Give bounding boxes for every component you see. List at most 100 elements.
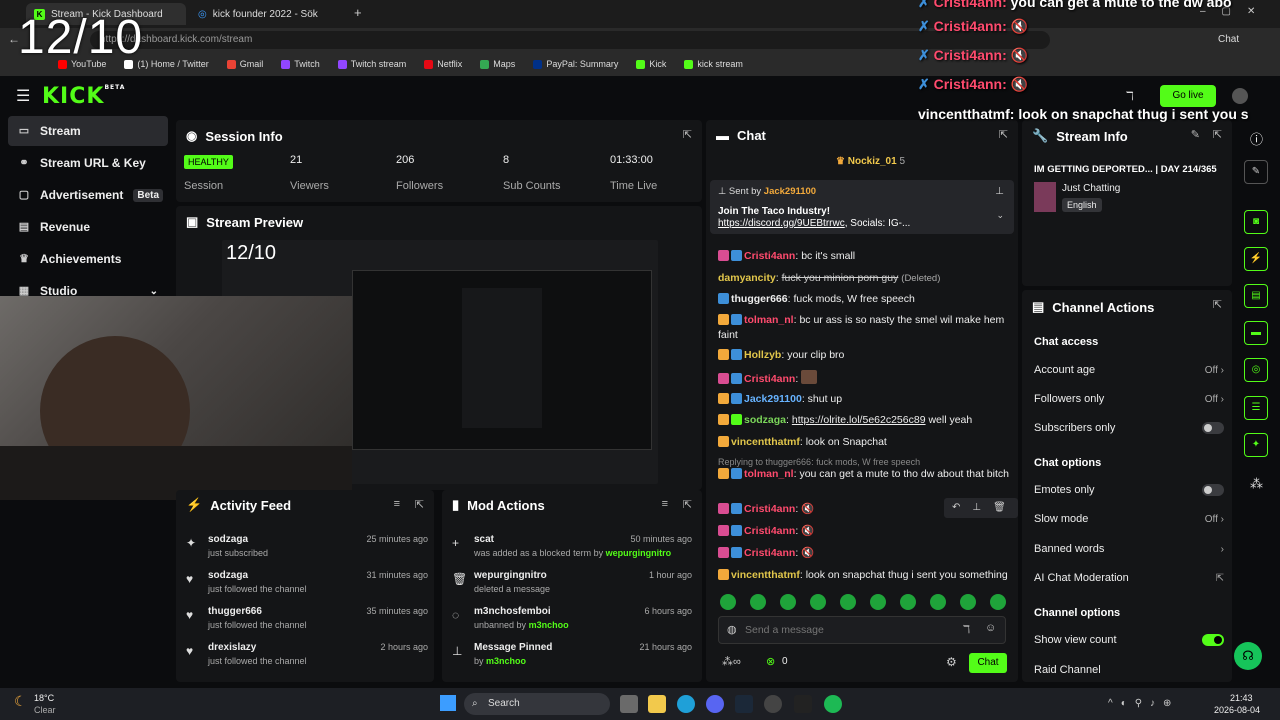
bookmark-maps[interactable]: Maps (480, 59, 515, 69)
support-icon[interactable]: ☊ (1234, 642, 1262, 670)
heart-icon: ♥ (186, 608, 194, 622)
slow-mode-setting[interactable]: Slow mode Off › (1034, 513, 1224, 525)
document-icon[interactable]: ▤ (1244, 284, 1268, 308)
menu-icon[interactable]: ☰ (16, 86, 30, 106)
bookmark-twitch-stream[interactable]: Twitch stream (337, 59, 406, 69)
weather-temp[interactable]: 18°C (34, 693, 54, 703)
task-view-icon[interactable] (620, 695, 638, 713)
edge-icon[interactable] (677, 695, 695, 713)
discord-icon[interactable] (706, 695, 724, 713)
broadcast-icon[interactable]: ◎ (1244, 358, 1268, 382)
bookmark-kick[interactable]: Kick (636, 59, 666, 69)
date-overlay: 12/10 (18, 11, 144, 64)
emote-icon[interactable] (750, 594, 766, 610)
kick-emote-icon[interactable]: ℸ (963, 623, 970, 636)
chevron-down-icon[interactable]: ⌄ (996, 210, 1004, 221)
chat-bubble-icon[interactable]: ▬ (1244, 321, 1268, 345)
spotify-icon[interactable] (824, 695, 842, 713)
sidebar-item-achievements[interactable]: ♛ Achievements (8, 244, 168, 274)
popout-icon[interactable]: ⇱ (1213, 128, 1222, 141)
emote-icon[interactable] (780, 594, 796, 610)
popout-icon[interactable]: ⇱ (415, 498, 424, 511)
sidebar-item-revenue[interactable]: ▤ Revenue (8, 212, 168, 242)
bookmark-netflix[interactable]: Netflix (424, 59, 462, 69)
popout-icon[interactable]: ⇱ (999, 128, 1008, 141)
go-live-button[interactable]: Go live (1160, 85, 1216, 107)
filter-icon[interactable]: ≡ (662, 498, 668, 510)
bookmark-kick-stream[interactable]: kick stream (684, 59, 743, 69)
followers-only-setting[interactable]: Followers only Off › (1034, 393, 1224, 405)
avatar[interactable] (1232, 88, 1248, 104)
top-gifter[interactable]: ♛ Nockiz_01 5 (836, 156, 905, 167)
badge-icon (718, 250, 729, 261)
emote-icon[interactable] (810, 594, 826, 610)
edit-icon[interactable]: ✎ (1244, 160, 1268, 184)
sidebar-item-advertisement[interactable]: ▢ Advertisement Beta (8, 180, 168, 210)
bolt-icon[interactable]: ⚡ (1244, 247, 1268, 271)
info-icon[interactable]: ⓘ (1250, 129, 1263, 148)
kick-logo[interactable]: KICKBETA (42, 84, 125, 109)
weather-icon: ☾ (14, 693, 27, 709)
tab-kick-founder[interactable]: ◎ kick founder 2022 - Sök (190, 3, 350, 25)
emote-icon (801, 370, 818, 384)
pinned-link[interactable]: https://discord.gg/9UEBtrrwc (718, 218, 845, 229)
kick-studio-icon[interactable]: ℸ (1126, 89, 1134, 103)
popout-icon[interactable]: ⇱ (1213, 298, 1222, 311)
subscribers-only-toggle[interactable] (1202, 422, 1224, 434)
windows-start-icon[interactable] (440, 695, 456, 711)
url-field[interactable]: https://dashboard.kick.com/stream (90, 31, 1050, 49)
sidebar-item-stream[interactable]: ▭ Stream (8, 116, 168, 146)
overlay-chat-message: ✗ Cristi4ann: you can get a mute to the … (918, 0, 1232, 11)
terminal-icon[interactable] (794, 695, 812, 713)
wrench-icon[interactable]: ✦ (1244, 433, 1268, 457)
list-icon[interactable]: ☰ (1244, 396, 1268, 420)
chat-message: sodzaga: https://olrite.lol/5e62c256c89 … (718, 413, 1018, 428)
emote-icon[interactable] (990, 594, 1006, 610)
category-thumbnail[interactable] (1034, 182, 1056, 212)
emote-icon[interactable] (840, 594, 856, 610)
emotes-only-toggle[interactable] (1202, 484, 1224, 496)
apps-icon[interactable]: ⁂ (1250, 476, 1263, 492)
kick-icon (636, 59, 646, 69)
taskbar-search[interactable]: ⌕ Search (464, 693, 610, 715)
category-name[interactable]: Just Chatting (1062, 183, 1120, 194)
overlay-chat-message: ✗ Cristi4ann: 🔇 (918, 47, 1029, 63)
emote-icon[interactable] (870, 594, 886, 610)
bookmark-twitch[interactable]: Twitch (281, 59, 320, 69)
emote-icon[interactable] (960, 594, 976, 610)
filter-icon[interactable]: ≡ (394, 498, 400, 510)
copilot-chat-button[interactable]: Chat (1218, 34, 1239, 45)
emoji-icon[interactable]: ☺ (985, 622, 996, 634)
popout-icon[interactable]: ⇱ (683, 128, 692, 141)
ai-moderation-setting[interactable]: AI Chat Moderation ⇱ (1034, 572, 1224, 584)
popout-icon[interactable]: ⇱ (683, 498, 692, 511)
steam-icon[interactable] (735, 695, 753, 713)
pin-toggle-icon[interactable]: ⊥ (995, 186, 1004, 197)
chat-users-icon[interactable]: ⁂∞ (722, 655, 741, 668)
panel-title: ⚡ Activity Feed (186, 497, 292, 513)
emote-icon[interactable] (720, 594, 736, 610)
edit-icon[interactable]: ✎ (1191, 128, 1200, 141)
badge-icon (731, 314, 742, 325)
account-age-setting[interactable]: Account age Off › (1034, 364, 1224, 376)
bookmark-gmail[interactable]: Gmail (226, 59, 263, 69)
preview-icon: ▣ (186, 214, 199, 229)
chat-send-button[interactable]: Chat (969, 653, 1007, 673)
show-view-count-toggle[interactable] (1202, 634, 1224, 646)
clock-time[interactable]: 21:43 (1230, 693, 1253, 703)
emote-icon[interactable] (930, 594, 946, 610)
sidebar-item-stream-url-key[interactable]: ⚭ Stream URL & Key (8, 148, 168, 178)
camera-icon[interactable]: ◙ (1244, 210, 1268, 234)
raid-channel-setting[interactable]: Raid Channel (1034, 664, 1224, 676)
emote-icon[interactable] (900, 594, 916, 610)
chat-input[interactable] (745, 621, 945, 639)
pinned-link-line: https://discord.gg/9UEBtrrwc, Socials: I… (718, 218, 911, 229)
new-tab-icon[interactable]: + (354, 5, 362, 20)
gear-icon[interactable]: ⚙ (946, 655, 957, 669)
obs-icon[interactable] (764, 695, 782, 713)
banned-words-setting[interactable]: Banned words › (1034, 543, 1224, 555)
bookmark-paypal[interactable]: PayPal: Summary (533, 59, 618, 69)
file-explorer-icon[interactable] (648, 695, 666, 713)
message-actions[interactable]: ↶⊥🗑 (944, 498, 1018, 518)
system-tray-icons[interactable]: ^◐⚲♪⊕ (1108, 698, 1179, 709)
